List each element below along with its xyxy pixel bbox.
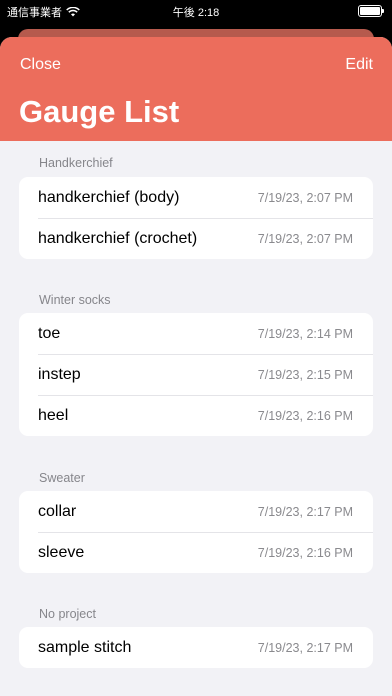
section-group-no-project: sample stitch 7/19/23, 2:17 PM — [19, 627, 373, 668]
list-item[interactable]: instep 7/19/23, 2:15 PM — [19, 354, 373, 395]
list-item[interactable]: handkerchief (body) 7/19/23, 2:07 PM — [19, 177, 373, 218]
item-name: handkerchief (crochet) — [38, 229, 198, 247]
item-date: 7/19/23, 2:07 PM — [257, 190, 353, 205]
gauge-list-sheet: Close Edit Gauge List Handkerchief handk… — [0, 37, 392, 696]
section-group-handkerchief: handkerchief (body) 7/19/23, 2:07 PM han… — [19, 177, 373, 259]
list-item[interactable]: sample stitch 7/19/23, 2:17 PM — [19, 627, 373, 668]
item-name: toe — [38, 324, 61, 342]
item-name: instep — [38, 365, 81, 383]
item-date: 7/19/23, 2:17 PM — [257, 504, 353, 519]
page-title: Gauge List — [19, 94, 180, 129]
list-item[interactable]: sleeve 7/19/23, 2:16 PM — [19, 532, 373, 573]
section-header-winter-socks: Winter socks — [39, 293, 111, 307]
section-header-handkerchief: Handkerchief — [39, 156, 113, 170]
item-name: collar — [38, 502, 77, 520]
section-group-winter-socks: toe 7/19/23, 2:14 PM instep 7/19/23, 2:1… — [19, 313, 373, 436]
sheet-header: Close Edit Gauge List — [0, 37, 392, 141]
item-name: handkerchief (body) — [38, 188, 180, 206]
list-item[interactable]: heel 7/19/23, 2:16 PM — [19, 395, 373, 436]
list-item[interactable]: collar 7/19/23, 2:17 PM — [19, 491, 373, 532]
item-date: 7/19/23, 2:14 PM — [257, 326, 353, 341]
battery-icon — [358, 5, 384, 17]
item-date: 7/19/23, 2:07 PM — [257, 231, 353, 246]
screen: 通信事業者 午後 2:18 Close Edit Gauge List Hand… — [0, 0, 392, 696]
item-name: sleeve — [38, 543, 85, 561]
status-time: 午後 2:18 — [172, 7, 220, 19]
section-header-sweater: Sweater — [39, 471, 85, 485]
list-item[interactable]: toe 7/19/23, 2:14 PM — [19, 313, 373, 354]
item-name: heel — [38, 406, 69, 424]
item-date: 7/19/23, 2:16 PM — [257, 408, 353, 423]
section-header-no-project: No project — [39, 607, 96, 621]
section-group-sweater: collar 7/19/23, 2:17 PM sleeve 7/19/23, … — [19, 491, 373, 573]
list-item[interactable]: handkerchief (crochet) 7/19/23, 2:07 PM — [19, 218, 373, 259]
item-date: 7/19/23, 2:15 PM — [257, 367, 353, 382]
battery-fill — [360, 7, 380, 15]
item-date: 7/19/23, 2:17 PM — [257, 640, 353, 655]
status-bar: 通信事業者 午後 2:18 — [0, 0, 392, 22]
item-name: sample stitch — [38, 638, 132, 656]
item-date: 7/19/23, 2:16 PM — [257, 545, 353, 560]
edit-button[interactable]: Edit — [345, 56, 373, 74]
close-button[interactable]: Close — [20, 56, 61, 74]
